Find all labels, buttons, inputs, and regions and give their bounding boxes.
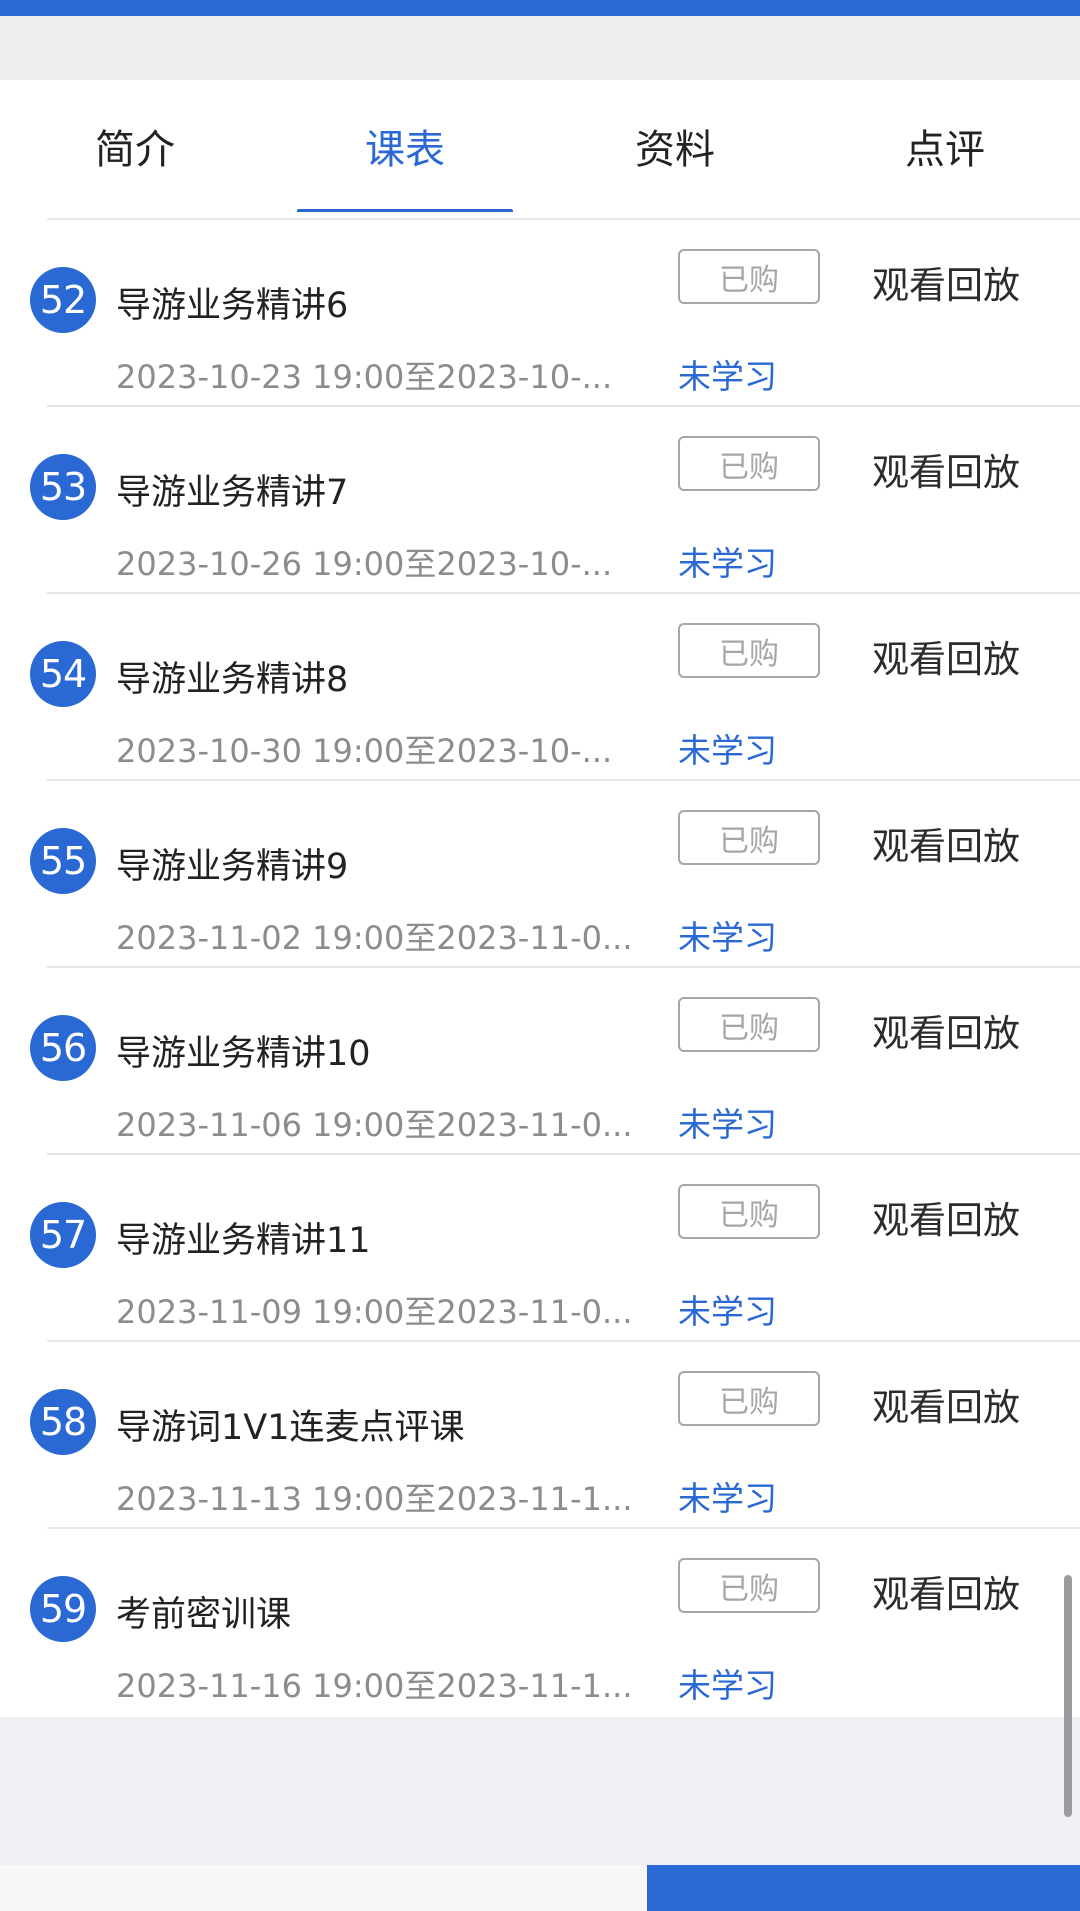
lesson-list[interactable]: 52 导游业务精讲6 已购 观看回放 2023-10-23 19:00至2023… bbox=[0, 212, 1080, 1717]
lesson-time: 2023-11-16 19:00至2023-11-1... bbox=[116, 1667, 633, 1705]
lesson-number-badge: 59 bbox=[30, 1576, 96, 1642]
watch-replay-button[interactable]: 观看回放 bbox=[872, 255, 1020, 309]
lesson-time: 2023-11-02 19:00至2023-11-0... bbox=[116, 919, 633, 957]
scrollbar[interactable] bbox=[1064, 1575, 1072, 1817]
watch-replay-button[interactable]: 观看回放 bbox=[872, 1377, 1020, 1431]
divider bbox=[47, 779, 1080, 781]
bottom-bar-left[interactable] bbox=[0, 1865, 647, 1911]
watch-replay-button[interactable]: 观看回放 bbox=[872, 1190, 1020, 1244]
study-status: 未学习 bbox=[678, 1666, 777, 1705]
study-status: 未学习 bbox=[678, 918, 777, 957]
study-status: 未学习 bbox=[678, 357, 777, 396]
study-status: 未学习 bbox=[678, 1105, 777, 1144]
purchased-tag: 已购 bbox=[678, 1371, 820, 1426]
study-status: 未学习 bbox=[678, 1292, 777, 1331]
divider bbox=[47, 1340, 1080, 1342]
lesson-time: 2023-11-06 19:00至2023-11-0... bbox=[116, 1106, 633, 1144]
divider bbox=[47, 218, 1080, 220]
study-status: 未学习 bbox=[678, 1479, 777, 1518]
purchased-tag: 已购 bbox=[678, 249, 820, 304]
tab-schedule[interactable]: 课表 bbox=[270, 80, 540, 212]
purchased-tag: 已购 bbox=[678, 436, 820, 491]
lesson-time: 2023-10-23 19:00至2023-10-... bbox=[116, 358, 613, 396]
tab-bar: 简介 课表 资料 点评 bbox=[0, 80, 1080, 212]
purchased-tag: 已购 bbox=[678, 1558, 820, 1613]
lesson-title[interactable]: 导游业务精讲10 bbox=[116, 1025, 371, 1076]
lesson-title[interactable]: 导游业务精讲8 bbox=[116, 651, 348, 702]
lesson-title[interactable]: 导游业务精讲11 bbox=[116, 1212, 371, 1263]
watch-replay-button[interactable]: 观看回放 bbox=[872, 1003, 1020, 1057]
lesson-number-badge: 55 bbox=[30, 828, 96, 894]
lesson-number-badge: 54 bbox=[30, 641, 96, 707]
lesson-number-badge: 58 bbox=[30, 1389, 96, 1455]
purchased-tag: 已购 bbox=[678, 1184, 820, 1239]
tab-intro[interactable]: 简介 bbox=[0, 80, 270, 212]
purchased-tag: 已购 bbox=[678, 623, 820, 678]
divider bbox=[47, 592, 1080, 594]
watch-replay-button[interactable]: 观看回放 bbox=[872, 629, 1020, 683]
divider bbox=[47, 1153, 1080, 1155]
lesson-time: 2023-10-30 19:00至2023-10-... bbox=[116, 732, 613, 770]
watch-replay-button[interactable]: 观看回放 bbox=[872, 1564, 1020, 1618]
study-status: 未学习 bbox=[678, 731, 777, 770]
divider bbox=[47, 405, 1080, 407]
lesson-title[interactable]: 导游词1V1连麦点评课 bbox=[116, 1399, 464, 1450]
bottom-action-button[interactable] bbox=[647, 1865, 1080, 1911]
divider bbox=[47, 1527, 1080, 1529]
lesson-number-badge: 57 bbox=[30, 1202, 96, 1268]
watch-replay-button[interactable]: 观看回放 bbox=[872, 816, 1020, 870]
lesson-number-badge: 56 bbox=[30, 1015, 96, 1081]
lesson-time: 2023-11-09 19:00至2023-11-0... bbox=[116, 1293, 633, 1331]
tab-reviews[interactable]: 点评 bbox=[810, 80, 1080, 212]
watch-replay-button[interactable]: 观看回放 bbox=[872, 442, 1020, 496]
top-accent-bar bbox=[0, 0, 1080, 16]
divider bbox=[47, 966, 1080, 968]
lesson-number-badge: 52 bbox=[30, 267, 96, 333]
tab-materials[interactable]: 资料 bbox=[540, 80, 810, 212]
lesson-time: 2023-10-26 19:00至2023-10-... bbox=[116, 545, 613, 583]
purchased-tag: 已购 bbox=[678, 997, 820, 1052]
lesson-time: 2023-11-13 19:00至2023-11-1... bbox=[116, 1480, 633, 1518]
lesson-title[interactable]: 导游业务精讲9 bbox=[116, 838, 348, 889]
lesson-number-badge: 53 bbox=[30, 454, 96, 520]
purchased-tag: 已购 bbox=[678, 810, 820, 865]
study-status: 未学习 bbox=[678, 544, 777, 583]
lesson-title[interactable]: 导游业务精讲6 bbox=[116, 277, 348, 328]
lesson-title[interactable]: 考前密训课 bbox=[116, 1586, 291, 1637]
lesson-title[interactable]: 导游业务精讲7 bbox=[116, 464, 348, 515]
header-strip bbox=[0, 16, 1080, 80]
